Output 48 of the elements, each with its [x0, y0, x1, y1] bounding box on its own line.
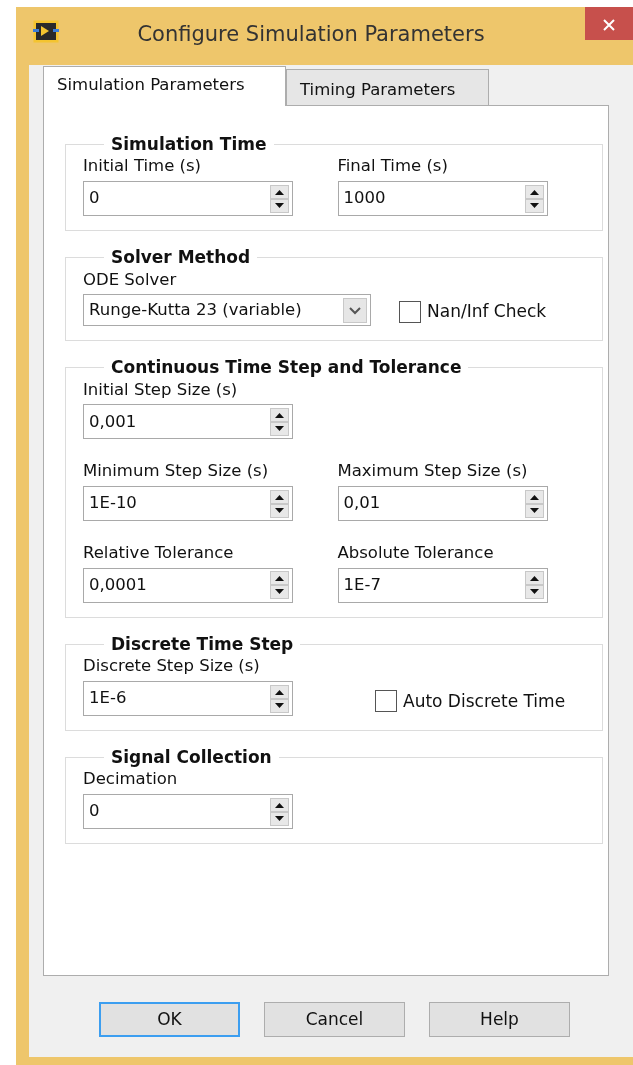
spinner-icon — [524, 489, 544, 518]
spinner-icon — [270, 571, 289, 600]
spinner-icon — [270, 684, 289, 713]
group-title: Signal Collection — [110, 747, 273, 768]
window-title: Configure Simulation Parameters — [136, 21, 486, 48]
numeric-field[interactable]: 1000 — [337, 181, 548, 217]
spinner-icon — [524, 184, 544, 213]
app-icon — [33, 20, 59, 43]
spinner-icon — [270, 184, 289, 213]
group-title: Simulation Time — [110, 134, 268, 155]
dropdown[interactable]: Runge-Kutta 23 (variable) — [83, 294, 371, 327]
close-button[interactable] — [585, 7, 633, 40]
numeric-field[interactable]: 0,001 — [83, 404, 293, 440]
field-label: Maximum Step Size (s) — [337, 460, 528, 483]
field-label: Relative Tolerance — [83, 542, 234, 565]
numeric-field[interactable]: 1E-10 — [83, 486, 293, 522]
numeric-field[interactable]: 0,01 — [337, 486, 548, 522]
checkbox[interactable] — [399, 300, 421, 323]
numeric-field[interactable]: 1E-6 — [83, 681, 293, 717]
group-title: Solver Method — [110, 247, 252, 268]
field-label: Final Time (s) — [337, 155, 448, 178]
numeric-field[interactable]: 0,0001 — [83, 567, 293, 603]
field-label: Absolute Tolerance — [337, 542, 494, 565]
spinner-icon — [270, 489, 289, 518]
spinner-icon — [524, 571, 544, 600]
field-label: Minimum Step Size (s) — [83, 460, 269, 483]
close-icon — [602, 17, 616, 32]
spinner-icon — [270, 797, 289, 826]
checkbox-label: Auto Discrete Time — [403, 689, 566, 713]
group-title: Continuous Time Step and Tolerance — [110, 357, 463, 378]
dialog-button[interactable]: Help — [429, 1002, 570, 1037]
field-label: Discrete Step Size (s) — [83, 655, 260, 678]
numeric-field[interactable]: 0 — [83, 794, 293, 830]
field-label: Decimation — [83, 768, 178, 791]
checkbox[interactable] — [375, 690, 397, 713]
numeric-field[interactable]: 1E-7 — [337, 567, 548, 603]
spinner-icon — [270, 407, 289, 436]
group-title: Discrete Time Step — [110, 633, 295, 655]
tab[interactable]: Timing Parameters — [286, 69, 489, 105]
numeric-field[interactable]: 0 — [83, 181, 293, 217]
caret-icon — [343, 297, 367, 323]
field-label: Initial Time (s) — [83, 155, 201, 178]
tab[interactable]: Simulation Parameters — [43, 66, 286, 106]
field-label: ODE Solver — [83, 268, 177, 291]
checkbox-label: Nan/Inf Check — [427, 299, 547, 323]
dialog-button[interactable]: Cancel — [264, 1002, 405, 1037]
field-label: Initial Step Size (s) — [83, 378, 238, 401]
dialog-button[interactable]: OK — [99, 1002, 240, 1037]
